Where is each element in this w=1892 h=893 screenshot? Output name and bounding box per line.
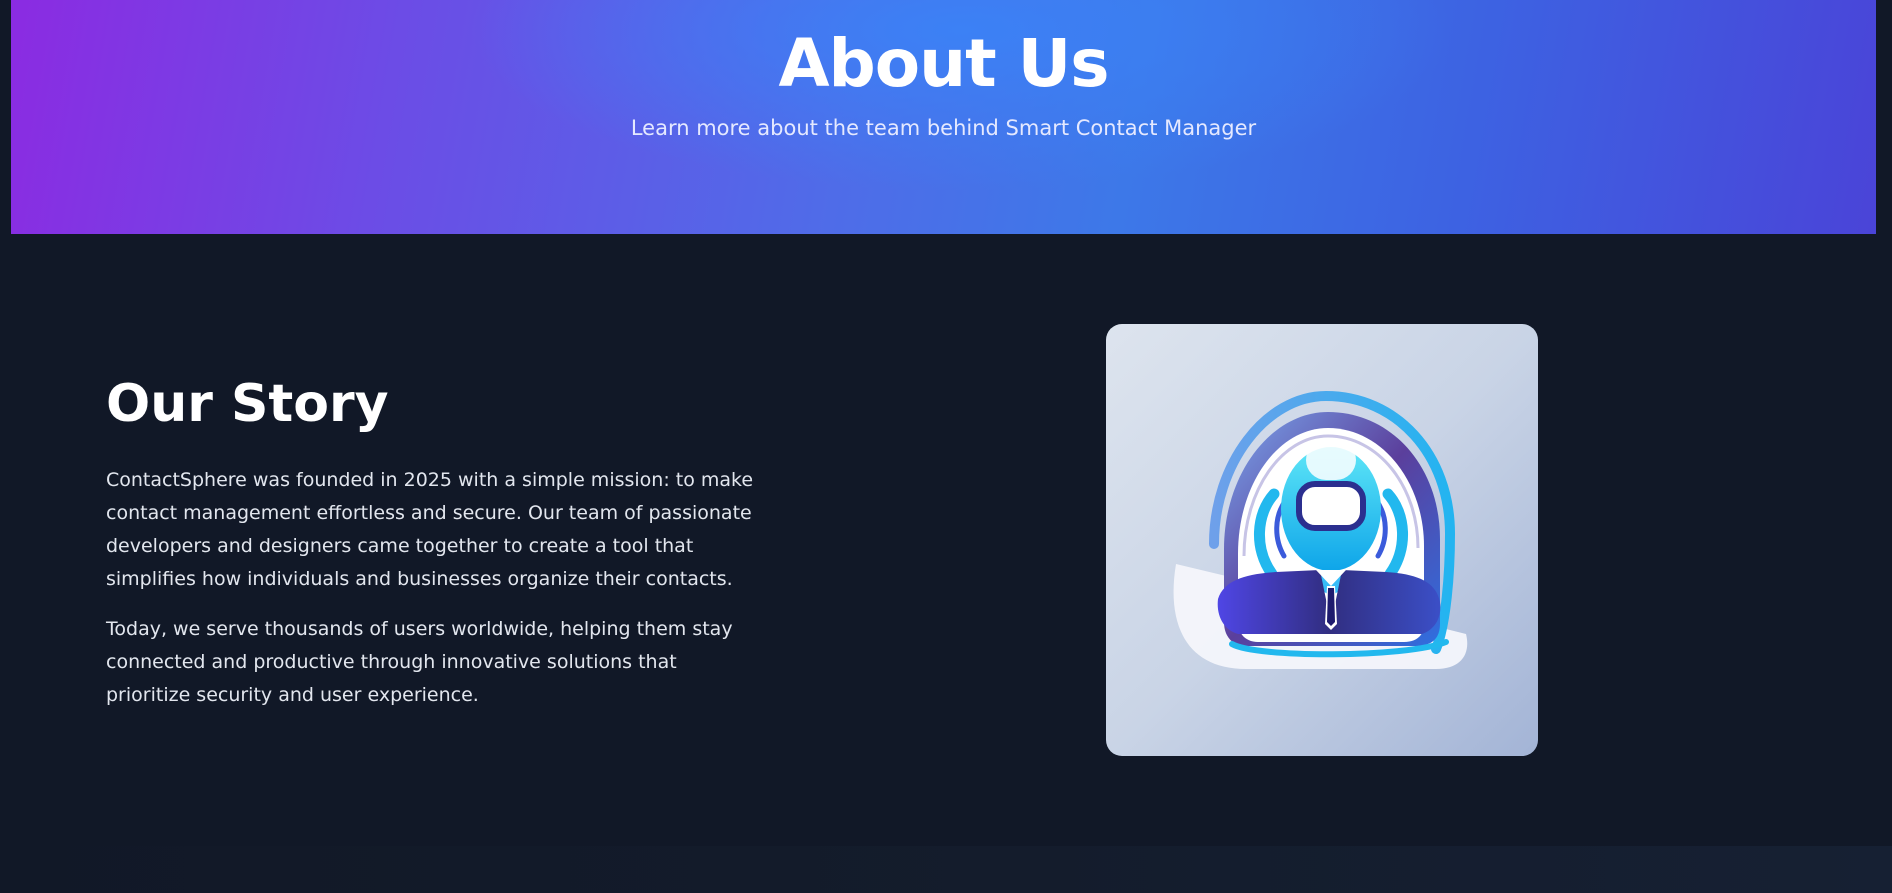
our-story-section: Our Story ContactSphere was founded in 2…	[106, 370, 786, 729]
story-paragraph-1: ContactSphere was founded in 2025 with a…	[106, 469, 754, 590]
logo-card	[1106, 324, 1538, 756]
page-title: About Us	[778, 25, 1109, 102]
page-subtitle: Learn more about the team behind Smart C…	[630, 116, 1257, 140]
story-paragraph-2: Today, we serve thousands of users world…	[106, 618, 733, 706]
about-page: About Us Learn more about the team behin…	[0, 0, 1892, 893]
story-heading: Our Story	[106, 374, 389, 434]
hero-banner: About Us Learn more about the team behin…	[11, 0, 1876, 234]
contact-manager-logo-icon	[1173, 390, 1468, 669]
next-section-edge	[0, 846, 1892, 893]
